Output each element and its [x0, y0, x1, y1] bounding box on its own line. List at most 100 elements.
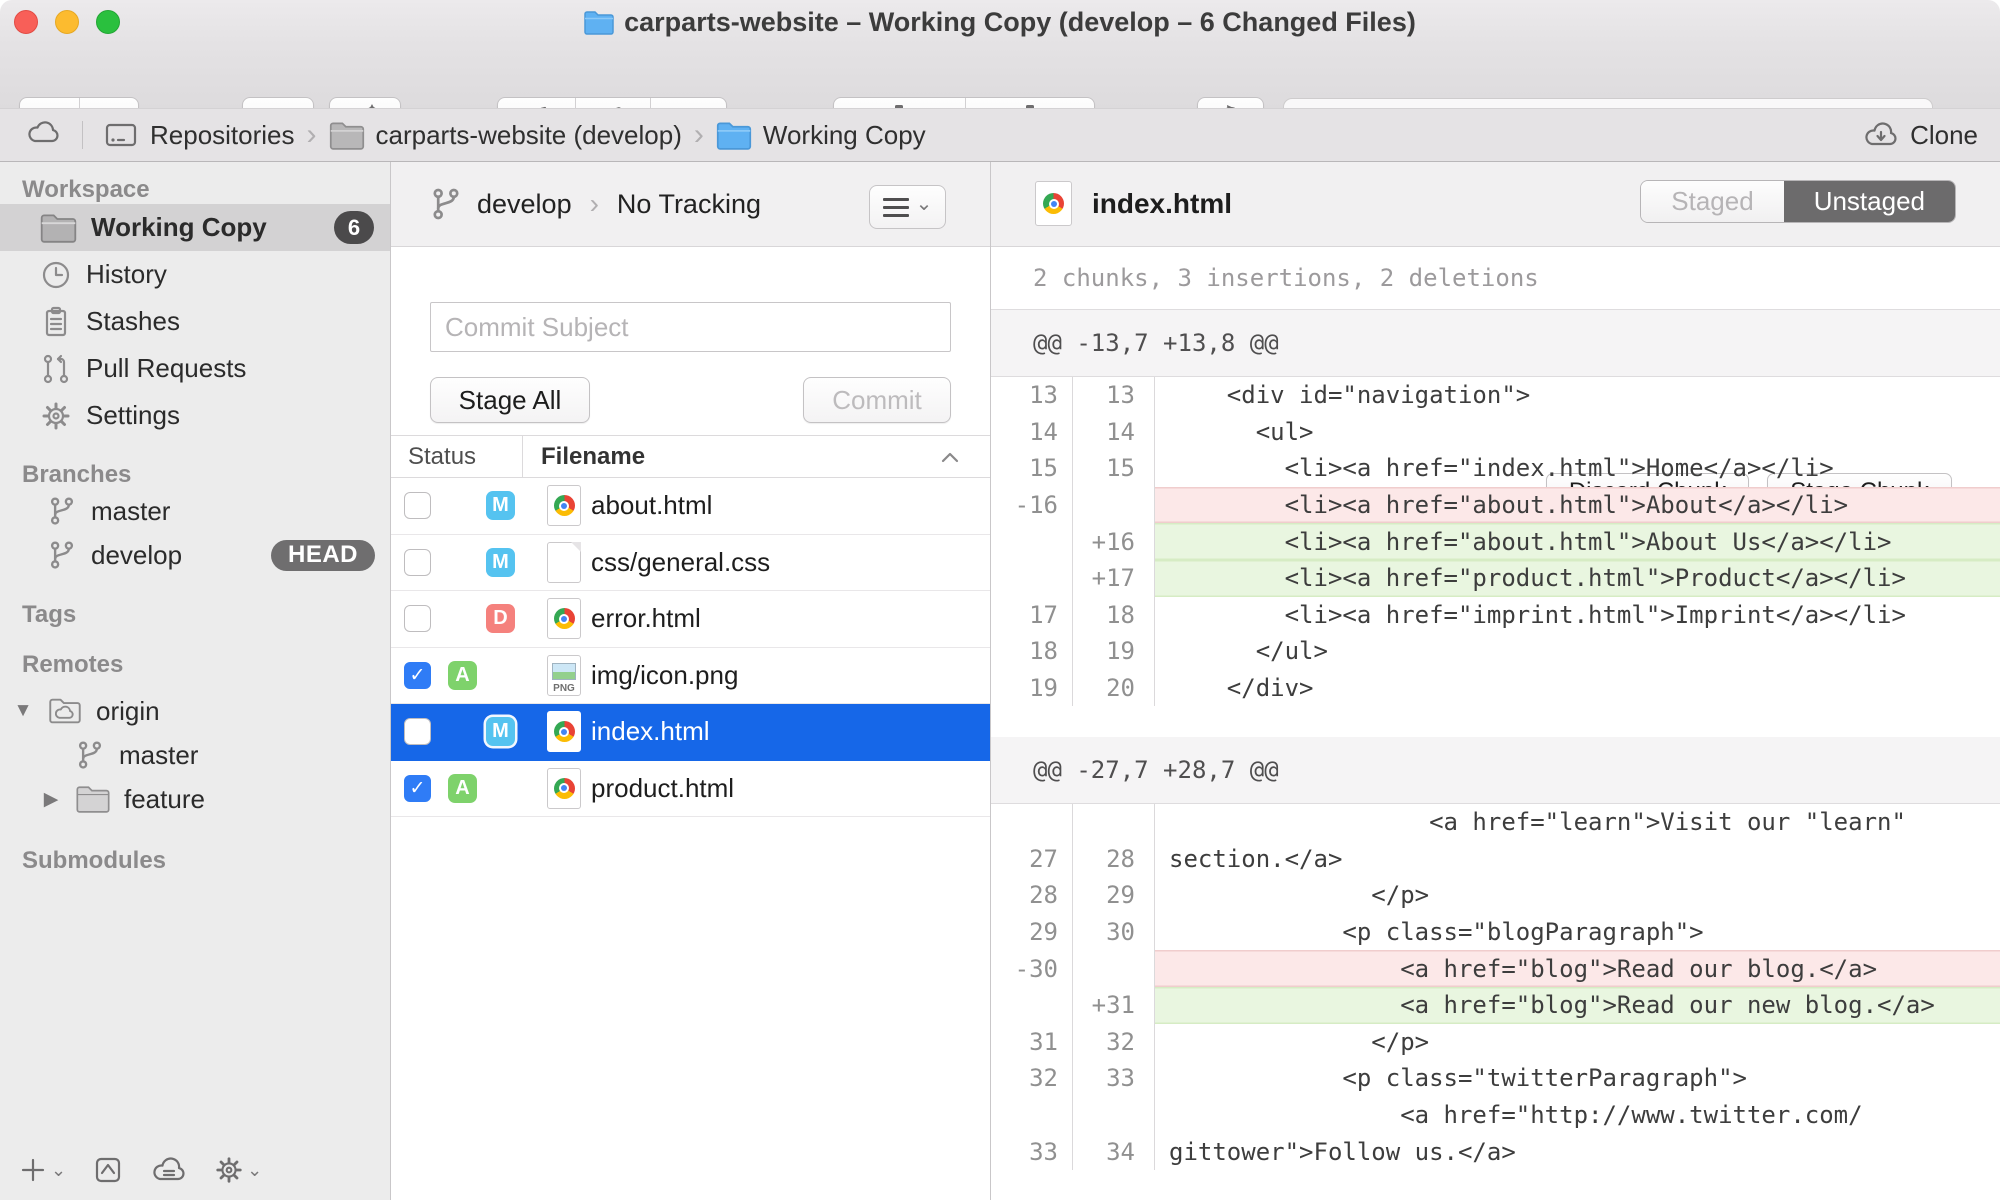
code-text: gittower">Follow us.</a> — [1155, 1133, 2000, 1170]
code-text: </p> — [1155, 1024, 2000, 1061]
settings-menu-button[interactable]: ⌄ — [214, 1155, 262, 1185]
new-line-number — [1073, 1097, 1155, 1134]
tracking-status-label[interactable]: No Tracking — [617, 189, 761, 220]
diff-line[interactable]: <a href="learn">Visit our "learn" — [991, 804, 2000, 841]
tab-staged[interactable]: Staged — [1641, 181, 1783, 222]
view-options-button[interactable]: ⌄ — [869, 185, 946, 229]
file-row[interactable]: Mabout.html — [391, 478, 990, 535]
file-stage-checkbox[interactable]: ✓ — [404, 662, 431, 689]
disclosure-triangle-right-icon[interactable]: ▶ — [40, 788, 62, 811]
code-text: <a href="learn">Visit our "learn" — [1155, 804, 2000, 841]
zoom-window-button[interactable] — [96, 10, 120, 34]
diff-line[interactable]: 1313 <div id="navigation"> — [991, 377, 2000, 414]
diff-line[interactable]: 3233 <p class="twitterParagraph"> — [991, 1060, 2000, 1097]
sidebar-remote-origin[interactable]: ▼ origin — [0, 689, 390, 733]
close-window-button[interactable] — [14, 10, 38, 34]
breadcrumb-working-copy[interactable]: Working Copy — [716, 120, 926, 151]
breadcrumb-repository[interactable]: carparts-website (develop) — [329, 120, 682, 151]
html-file-icon — [547, 598, 581, 639]
file-stage-checkbox[interactable] — [404, 718, 431, 745]
chevron-down-icon: ⌄ — [51, 1160, 66, 1181]
code-text: </p> — [1155, 877, 2000, 914]
diff-line[interactable]: +16 <li><a href="about.html">About Us</a… — [991, 523, 2000, 560]
chunk-range-label: @@ -27,7 +28,7 @@ — [1033, 756, 1279, 784]
diff-line[interactable]: 2829 </p> — [991, 877, 2000, 914]
branches-header: Branches — [0, 461, 390, 489]
sidebar-item-settings[interactable]: Settings — [0, 392, 390, 439]
minimize-window-button[interactable] — [55, 10, 79, 34]
disclosure-triangle-down-icon[interactable]: ▼ — [12, 700, 34, 722]
file-row[interactable]: ✓ Aproduct.html — [391, 761, 990, 818]
file-row[interactable]: Derror.html — [391, 591, 990, 648]
old-line-number: 18 — [991, 633, 1073, 670]
clock-icon — [40, 259, 72, 291]
status-badge: M — [486, 548, 515, 577]
sidebar-item-working-copy[interactable]: Working Copy 6 — [0, 204, 390, 251]
commit-button[interactable]: Commit — [803, 377, 951, 423]
diff-line[interactable]: 3132 </p> — [991, 1024, 2000, 1061]
cloud-services-button[interactable] — [150, 1154, 188, 1186]
diff-line[interactable]: 2728section.</a> — [991, 841, 2000, 878]
add-repository-button[interactable]: ⌄ — [18, 1155, 66, 1185]
file-stage-checkbox[interactable] — [404, 549, 431, 576]
old-line-number: 17 — [991, 597, 1073, 634]
diff-line[interactable]: 1718 <li><a href="imprint.html">Imprint<… — [991, 597, 2000, 634]
code-text: <li><a href="imprint.html">Imprint</a></… — [1155, 597, 2000, 634]
old-line-number: 15 — [991, 450, 1073, 487]
sidebar-branch-master[interactable]: master — [0, 489, 390, 533]
file-name: product.html — [591, 773, 734, 804]
tab-unstaged[interactable]: Unstaged — [1784, 181, 1955, 222]
diff-line[interactable]: -30 <a href="blog">Read our blog.</a> — [991, 950, 2000, 987]
diff-line[interactable]: +17 <li><a href="product.html">Product</… — [991, 560, 2000, 597]
breadcrumb-repositories[interactable]: Repositories — [103, 119, 295, 151]
diff-line[interactable]: 1819 </ul> — [991, 633, 2000, 670]
new-line-number: 13 — [1073, 377, 1155, 414]
old-line-number: 29 — [991, 914, 1073, 951]
diff-line[interactable]: +31 <a href="blog">Read our new blog.</a… — [991, 987, 2000, 1024]
file-row[interactable]: ✓APNGimg/icon.png — [391, 648, 990, 705]
status-column-header[interactable]: Status — [391, 443, 522, 471]
cloud-icon[interactable] — [26, 117, 62, 154]
new-line-number: 14 — [1073, 414, 1155, 451]
png-file-icon: PNG — [547, 655, 581, 696]
diff-line[interactable]: <a href="http://www.twitter.com/ — [991, 1097, 2000, 1134]
clone-button[interactable]: Clone — [1862, 119, 1978, 151]
old-line-number: 13 — [991, 377, 1073, 414]
sidebar-item-label: master — [119, 740, 198, 771]
filename-column-header[interactable]: Filename — [523, 443, 645, 471]
new-line-number: 34 — [1073, 1133, 1155, 1170]
file-row[interactable]: Mindex.html — [391, 704, 990, 761]
file-stage-checkbox[interactable] — [404, 492, 431, 519]
diff-line[interactable]: -16 <li><a href="about.html">About</a></… — [991, 487, 2000, 524]
sidebar-item-history[interactable]: History — [0, 251, 390, 298]
html-file-icon — [547, 768, 581, 809]
diff-line[interactable]: 1515 <li><a href="index.html">Home</a></… — [991, 450, 2000, 487]
sidebar-item-stashes[interactable]: Stashes — [0, 298, 390, 345]
stage-all-button[interactable]: Stage All — [430, 377, 590, 423]
sidebar-item-label: History — [86, 259, 167, 290]
file-stage-checkbox[interactable]: ✓ — [404, 775, 431, 802]
sidebar-remote-branch-master[interactable]: master — [0, 733, 390, 777]
sidebar-remote-folder-feature[interactable]: ▶ feature — [0, 777, 390, 821]
plus-icon — [18, 1155, 48, 1185]
file-stage-checkbox[interactable] — [404, 605, 431, 632]
diff-line[interactable]: 1920 </div> — [991, 670, 2000, 707]
sort-ascending-icon[interactable] — [940, 443, 960, 471]
commit-subject-input[interactable] — [430, 302, 951, 352]
diff-line[interactable]: 2930 <p class="blogParagraph"> — [991, 914, 2000, 951]
clone-cloud-icon — [1862, 119, 1900, 151]
file-row[interactable]: Mcss/general.css — [391, 535, 990, 592]
repositories-drive-icon — [103, 119, 139, 151]
sidebar-branch-develop[interactable]: develop HEAD — [0, 533, 390, 577]
old-line-number — [991, 523, 1073, 560]
old-line-number — [991, 987, 1073, 1024]
status-badge: A — [448, 774, 477, 803]
chunk-lines: <a href="learn">Visit our "learn"2728sec… — [991, 804, 2000, 1170]
export-button[interactable] — [92, 1154, 124, 1186]
sidebar-item-label: feature — [124, 784, 205, 815]
diff-line[interactable]: 1414 <ul> — [991, 414, 2000, 451]
diff-line[interactable]: 3334gittower">Follow us.</a> — [991, 1133, 2000, 1170]
hamburger-icon — [883, 198, 909, 217]
current-branch-label[interactable]: develop — [477, 189, 572, 220]
sidebar-item-pull-requests[interactable]: Pull Requests — [0, 345, 390, 392]
